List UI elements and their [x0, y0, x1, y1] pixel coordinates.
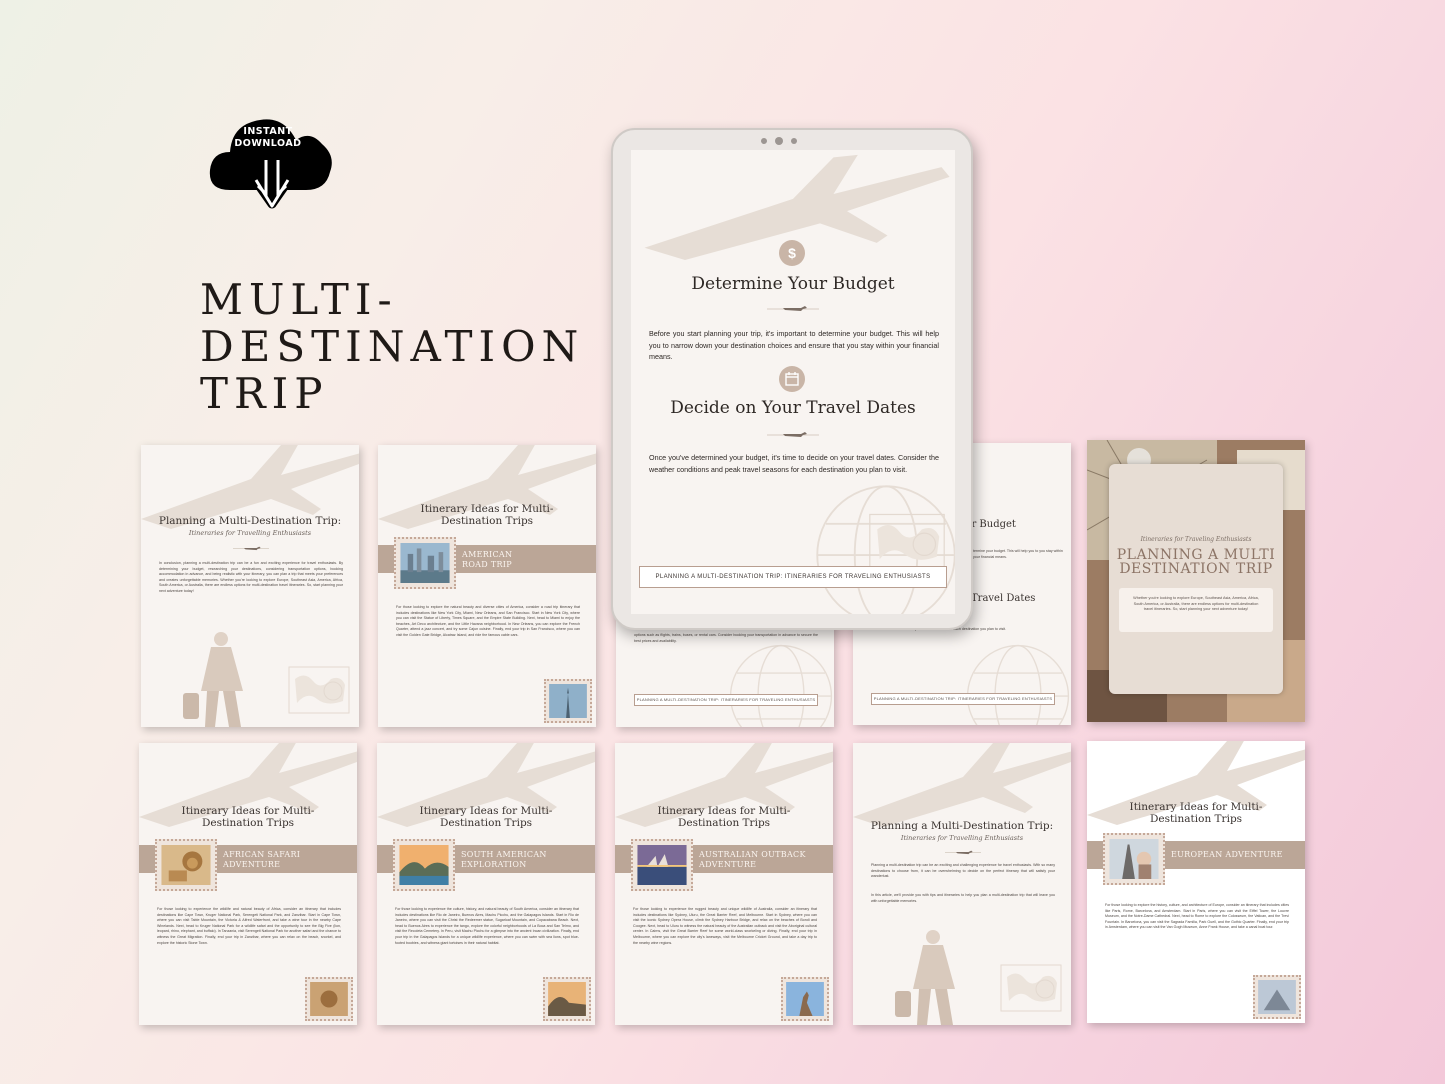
page-body: In conclusion, planning a multi-destinat… [159, 561, 343, 593]
plane-divider-icon [945, 847, 981, 857]
section-body-budget: Before you start planning your trip, it'… [649, 329, 939, 361]
page-subtitle: Itineraries for Travelling Enthusiasts [188, 529, 312, 537]
page-body: For those looking to experience the wild… [157, 907, 341, 945]
section-title-dates: Decide on Your Travel Dates [670, 398, 916, 418]
tablet-camera [775, 137, 783, 145]
calendar-icon [779, 366, 805, 392]
band-line-2: ROAD TRIP [462, 559, 512, 569]
page-title: Planning a Multi-Destination Trip: [870, 820, 1054, 832]
page-body: For those looking to explore the natural… [396, 605, 580, 637]
map-icon [867, 512, 947, 574]
page-european-adventure: Itinerary Ideas for Multi- Destination T… [1087, 741, 1305, 1023]
sugarloaf-stamp-image [543, 977, 591, 1021]
globe-icon [726, 641, 834, 727]
plane-silhouette-icon [853, 743, 1071, 827]
louvre-stamp-image [1253, 975, 1301, 1019]
page-body: For those looking to experience the rugg… [633, 907, 817, 945]
band-line-1: AFRICAN SAFARI [223, 850, 301, 859]
page-planning-conclusion: Planning a Multi-Destination Trip: Itine… [141, 445, 359, 727]
section-title-budget: Determine Your Budget [691, 274, 895, 294]
tablet-sensor-dot [761, 138, 767, 144]
product-title: MULTI- DESTINATION TRIP [200, 276, 584, 417]
badge-line-1: INSTANT [243, 126, 293, 137]
map-icon [287, 665, 351, 715]
page-footer: PLANNING A MULTI-DESTINATION TRIP: ITINE… [634, 694, 818, 706]
band-line-1: AUSTRALIAN OUTBACK [699, 850, 806, 859]
tablet-footer: PLANNING A MULTI-DESTINATION TRIP: ITINE… [639, 566, 947, 588]
title-line-3: TRIP [200, 369, 329, 418]
title-line-2: DESTINATION [200, 322, 585, 371]
page-title: Itinerary Ideas for Multi- Destination T… [419, 805, 553, 829]
plane-divider-icon [767, 428, 819, 440]
tablet-mockup: $ Determine Your Budget Before you start… [611, 128, 973, 630]
band-line-2: EXPLORATION [461, 859, 527, 869]
band-line-1: EUROPEAN ADVENTURE [1171, 850, 1283, 859]
band-line-2: ADVENTURE [699, 859, 757, 869]
title-line-1: MULTI- [200, 275, 398, 324]
lion-cub-stamp-image [305, 977, 353, 1021]
traveler-illustration-icon [883, 925, 973, 1025]
page-african-safari: Itinerary Ideas for Multi- Destination T… [139, 743, 357, 1025]
section-body-dates: Once you've determined your budget, it's… [649, 453, 939, 474]
traveler-illustration-icon [171, 627, 261, 727]
rio-stamp-image [393, 839, 455, 891]
page-title: Planning a Multi-Destination Trip: [158, 515, 342, 527]
page-body: For those looking to explore the history… [1105, 903, 1289, 930]
page-body: For those looking to experience the cult… [395, 907, 579, 945]
plane-divider-icon [233, 543, 269, 553]
dollar-icon: $ [779, 240, 805, 266]
page-body-intro: Planning a multi-destination trip can be… [871, 863, 1055, 879]
cover-subtitle: Itineraries for Traveling Enthusiasts [1140, 536, 1252, 543]
tablet-sensor-dot [791, 138, 797, 144]
page-body-tips: In this article, we'll provide you with … [871, 893, 1055, 903]
page-title: Itinerary Ideas for Multi- Destination T… [1129, 801, 1263, 825]
page-title: Itinerary Ideas for Multi- Destination T… [420, 503, 554, 527]
cover-title: PLANNING A MULTI DESTINATION TRIP [1116, 547, 1276, 577]
plane-divider-icon [767, 302, 819, 314]
map-icon [999, 963, 1063, 1013]
page-heading-dates: Travel Dates [971, 593, 1036, 604]
page-south-american: Itinerary Ideas for Multi- Destination T… [377, 743, 595, 1025]
lion-stamp-image [155, 839, 217, 891]
badge-line-2: DOWNLOAD [234, 138, 302, 149]
statue-of-liberty-stamp-image [544, 679, 592, 723]
page-planning-intro: Planning a Multi-Destination Trip: Itine… [853, 743, 1071, 1025]
cover-card: Itineraries for Traveling Enthusiasts PL… [1109, 464, 1283, 694]
page-cover: Itineraries for Traveling Enthusiasts PL… [1087, 440, 1305, 722]
page-title: Itinerary Ideas for Multi- Destination T… [181, 805, 315, 829]
kangaroo-stamp-image [781, 977, 829, 1021]
page-australian-outback: Itinerary Ideas for Multi- Destination T… [615, 743, 833, 1025]
page-american-road-trip: Itinerary Ideas for Multi- Destination T… [378, 445, 596, 727]
tablet-screen: $ Determine Your Budget Before you start… [631, 150, 955, 614]
instant-download-badge: INSTANT DOWNLOAD [206, 110, 338, 216]
band-line-1: SOUTH AMERICAN [461, 850, 547, 859]
sydney-stamp-image [631, 839, 693, 891]
new-york-stamp-image [394, 537, 456, 589]
band-line-2: ADVENTURE [223, 859, 281, 869]
cover-description: Whether you're looking to explore Europe… [1119, 588, 1273, 632]
page-subtitle: Itineraries for Travelling Enthusiasts [900, 834, 1024, 842]
page-footer: PLANNING A MULTI-DESTINATION TRIP: ITINE… [871, 693, 1055, 705]
page-title: Itinerary Ideas for Multi- Destination T… [657, 805, 791, 829]
page-body-budget: termine your budget. This will help you … [973, 549, 1063, 559]
eiffel-tower-stamp-image [1103, 833, 1165, 885]
globe-icon [963, 641, 1071, 725]
band-line-1: AMERICAN [462, 550, 513, 559]
